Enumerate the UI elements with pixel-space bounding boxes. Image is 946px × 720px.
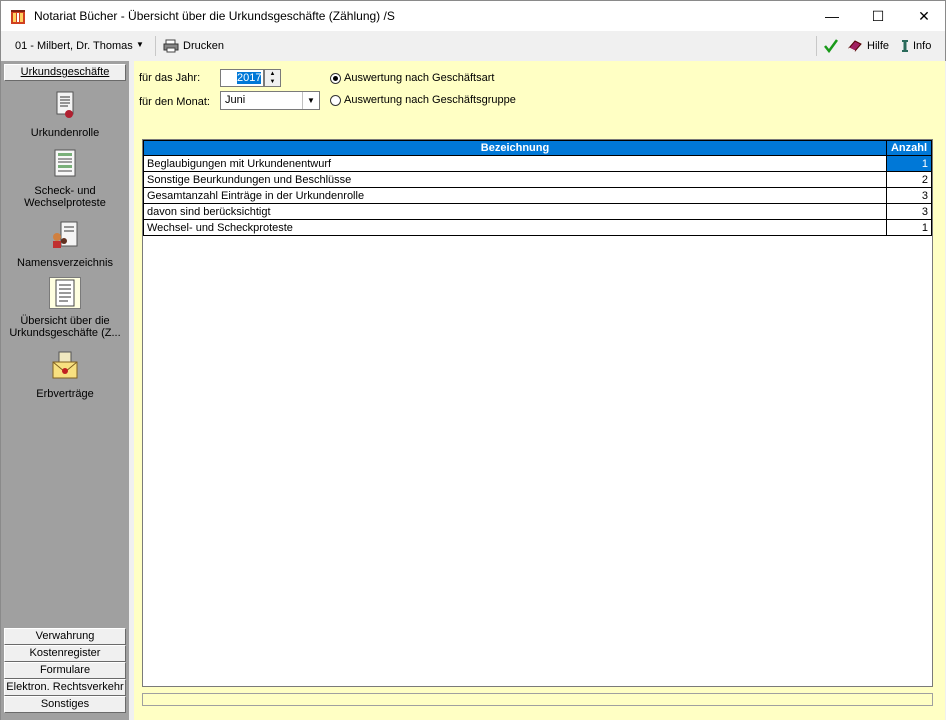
- info-button[interactable]: Info: [901, 35, 931, 57]
- column-header-bezeichnung[interactable]: Bezeichnung: [143, 140, 887, 156]
- cell-bezeichnung[interactable]: Sonstige Beurkundungen und Beschlüsse: [143, 171, 887, 188]
- sidebar-item-urkundenrolle[interactable]: Urkundenrolle: [4, 89, 126, 139]
- sealed-envelope-icon: [49, 350, 81, 382]
- radio-by-type-label: Auswertung nach Geschäftsart: [344, 72, 495, 84]
- sidebar-item-erbvertraege[interactable]: Erbverträge: [4, 350, 126, 400]
- user-selector[interactable]: 01 - Milbert, Dr. Thomas ▼: [5, 34, 151, 58]
- radio-dot[interactable]: [330, 94, 341, 106]
- info-icon: [902, 40, 908, 52]
- minimize-button[interactable]: —: [809, 1, 855, 31]
- year-spinner[interactable]: ▲ ▼: [264, 69, 281, 87]
- spin-down-icon[interactable]: ▼: [265, 78, 280, 86]
- sidebar-button-kostenregister[interactable]: Kostenregister: [4, 645, 126, 662]
- chevron-down-icon[interactable]: ▼: [302, 92, 319, 109]
- print-button[interactable]: Drucken: [163, 35, 224, 57]
- sidebar-button-sonstiges[interactable]: Sonstiges: [4, 696, 126, 713]
- table-row[interactable]: Sonstige Beurkundungen und Beschlüsse 2: [143, 171, 932, 188]
- sidebar-item-label: Erbverträge: [36, 388, 94, 400]
- column-header-anzahl[interactable]: Anzahl: [886, 140, 932, 156]
- checkmark-icon: [824, 39, 838, 53]
- cell-anzahl[interactable]: 2: [886, 171, 932, 188]
- sidebar-button-verwahrung[interactable]: Verwahrung: [4, 628, 126, 645]
- cell-bezeichnung[interactable]: Wechsel- und Scheckproteste: [143, 219, 887, 236]
- cell-anzahl[interactable]: 3: [886, 187, 932, 204]
- toolbar-separator: [155, 36, 156, 56]
- month-label: für den Monat:: [139, 96, 210, 108]
- table-header-row: Bezeichnung Anzahl: [143, 140, 932, 156]
- maximize-button[interactable]: ☐: [855, 1, 901, 31]
- help-book-icon: [848, 40, 862, 52]
- month-value: Juni: [225, 94, 246, 106]
- close-button[interactable]: ✕: [901, 1, 946, 31]
- cell-anzahl[interactable]: 1: [886, 155, 932, 172]
- help-button[interactable]: Hilfe: [847, 35, 889, 57]
- year-input[interactable]: 2017: [220, 69, 264, 87]
- cell-bezeichnung[interactable]: Gesamtanzahl Einträge in der Urkundenrol…: [143, 187, 887, 204]
- sidebar-item-proteste[interactable]: Scheck- und Wechselproteste: [4, 147, 126, 209]
- print-button-label: Drucken: [183, 40, 224, 52]
- sidebar-button-rechtsverkehr[interactable]: Elektron. Rechtsverkehr: [4, 679, 126, 696]
- year-label: für das Jahr:: [139, 72, 201, 84]
- toolbar-separator: [816, 36, 817, 56]
- spin-up-icon[interactable]: ▲: [265, 70, 280, 78]
- results-grid[interactable]: Bezeichnung Anzahl Beglaubigungen mit Ur…: [142, 139, 933, 687]
- radio-by-type[interactable]: Auswertung nach Geschäftsart: [330, 72, 494, 84]
- user-selector-label: 01 - Milbert, Dr. Thomas: [15, 40, 133, 52]
- radio-by-group[interactable]: Auswertung nach Geschäftsgruppe: [330, 94, 516, 106]
- title-bar: Notariat Bücher - Übersicht über die Urk…: [0, 0, 946, 31]
- cell-anzahl[interactable]: 1: [886, 219, 932, 236]
- horizontal-scrollbar[interactable]: [142, 693, 933, 706]
- people-directory-icon: [49, 219, 81, 251]
- sidebar-item-namensverzeichnis[interactable]: Namensverzeichnis: [4, 219, 126, 269]
- sidebar-item-label: Urkundenrolle: [30, 127, 100, 139]
- sidebar-item-uebersicht[interactable]: Übersicht über die Urkundsgeschäfte (Z..…: [4, 277, 126, 339]
- info-button-label: Info: [913, 40, 932, 52]
- scroll-document-icon: [49, 89, 81, 121]
- help-button-label: Hilfe: [867, 40, 890, 52]
- toolbar: 01 - Milbert, Dr. Thomas ▼ Drucken Hilfe…: [0, 31, 946, 61]
- table-row[interactable]: Beglaubigungen mit Urkundenentwurf 1: [143, 155, 932, 172]
- window-title: Notariat Bücher - Übersicht über die Urk…: [34, 9, 395, 23]
- sidebar-item-label: Namensverzeichnis: [17, 257, 113, 269]
- table-row[interactable]: davon sind berücksichtigt 3: [143, 203, 932, 220]
- year-value: 2017: [237, 72, 262, 84]
- results-table: Bezeichnung Anzahl Beglaubigungen mit Ur…: [143, 140, 932, 236]
- sidebar-button-formulare[interactable]: Formulare: [4, 662, 126, 679]
- sidebar-item-label: Übersicht über die Urkundsgeschäfte (Z..…: [9, 315, 121, 339]
- confirm-button[interactable]: [824, 35, 838, 57]
- cell-bezeichnung[interactable]: Beglaubigungen mit Urkundenentwurf: [143, 155, 887, 172]
- chevron-down-icon[interactable]: ▼: [136, 40, 144, 49]
- cell-anzahl[interactable]: 3: [886, 203, 932, 220]
- table-row[interactable]: Wechsel- und Scheckproteste 1: [143, 219, 932, 236]
- sidebar-header[interactable]: Urkundsgeschäfte: [4, 64, 126, 81]
- sidebar: Urkundsgeschäfte Urkundenrolle Scheck- u…: [0, 61, 129, 720]
- app-icon: [11, 10, 25, 24]
- table-row[interactable]: Gesamtanzahl Einträge in der Urkundenrol…: [143, 187, 932, 204]
- radio-dot-selected[interactable]: [330, 72, 341, 84]
- radio-by-group-label: Auswertung nach Geschäftsgruppe: [344, 94, 516, 106]
- cell-bezeichnung[interactable]: davon sind berücksichtigt: [143, 203, 887, 220]
- printer-icon: [163, 39, 179, 53]
- form-document-icon: [49, 147, 81, 179]
- sidebar-item-label: Scheck- und Wechselproteste: [24, 185, 106, 209]
- list-document-icon: [49, 277, 81, 309]
- main-panel: für das Jahr: 2017 ▲ ▼ für den Monat: Ju…: [134, 61, 945, 720]
- month-select[interactable]: Juni ▼: [220, 91, 320, 110]
